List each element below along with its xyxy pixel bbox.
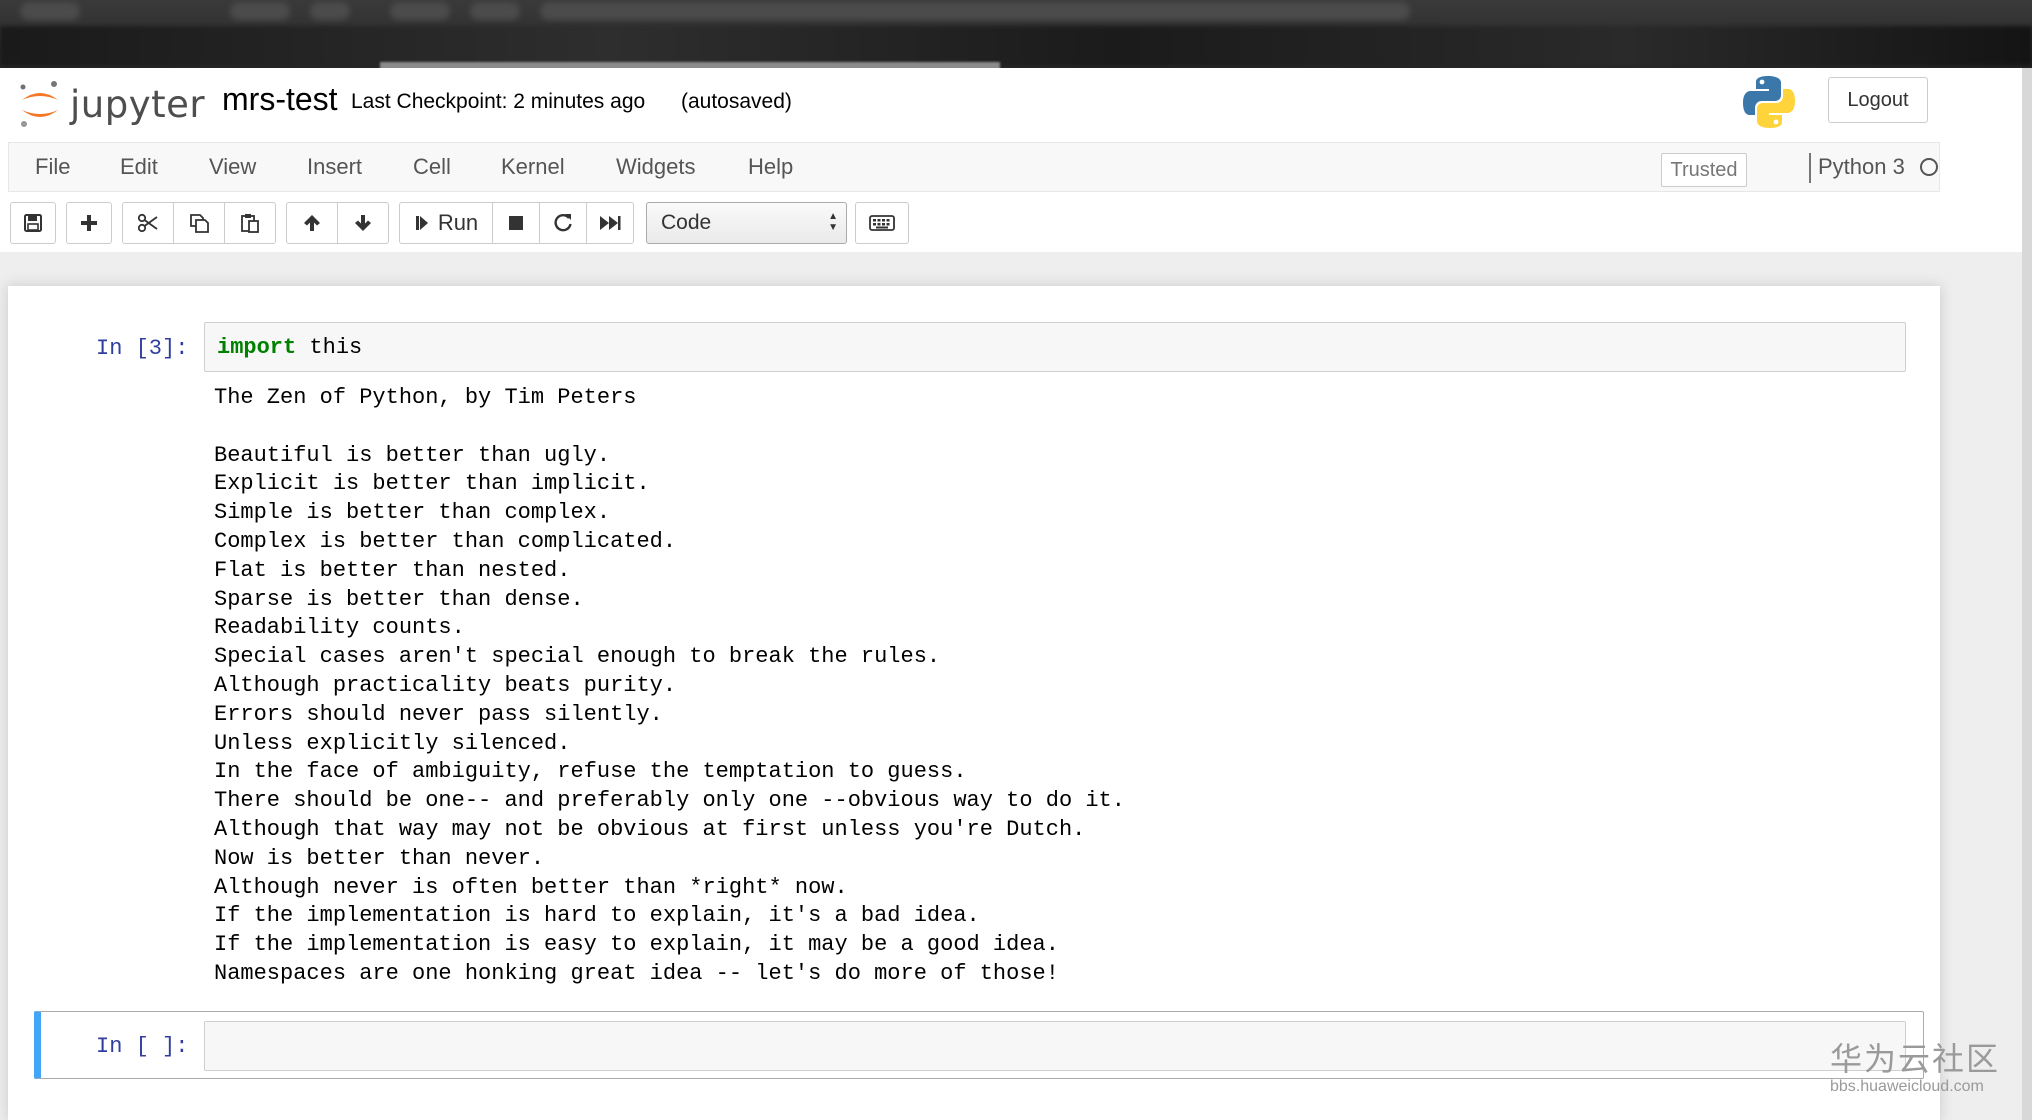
menu-view[interactable]: View <box>209 143 256 191</box>
keyboard-icon <box>869 215 895 231</box>
keyword-import: import <box>217 335 297 360</box>
cut-cell-button[interactable] <box>122 202 174 244</box>
menu-widgets[interactable]: Widgets <box>616 143 695 191</box>
output-line: If the implementation is hard to explain… <box>214 903 980 929</box>
output-line: Now is better than never. <box>214 845 545 871</box>
kernel-name[interactable]: Python 3 <box>1818 143 1905 191</box>
python-logo-icon <box>1743 74 1795 135</box>
notebook-container: In [3]: import this The Zen of Python, b… <box>8 286 1940 1120</box>
copy-cell-button[interactable] <box>173 202 225 244</box>
interrupt-kernel-button[interactable] <box>492 202 540 244</box>
menu-kernel[interactable]: Kernel <box>501 143 565 191</box>
save-icon <box>24 214 42 232</box>
cell-1-code-editor[interactable]: import this <box>204 322 1906 372</box>
watermark-chinese: 华为云社区 <box>1830 1040 2001 1078</box>
watermark: 华为云社区 bbs.huaweicloud.com <box>1830 1034 2000 1096</box>
move-cell-up-button[interactable] <box>286 202 338 244</box>
cell-2-code-editor[interactable] <box>204 1021 1906 1071</box>
notebook-header: jupyter mrs-test Last Checkpoint: 2 minu… <box>0 68 2022 140</box>
select-arrows-icon: ▲ ▼ <box>828 211 838 233</box>
blurred-tab <box>230 2 290 20</box>
cell-1-output-text: The Zen of Python, by Tim Peters Beautifu… <box>214 384 1125 989</box>
arrow-up-icon <box>304 215 320 231</box>
blurred-tab <box>310 2 350 20</box>
copy-icon <box>190 214 209 233</box>
insert-cell-button[interactable] <box>66 202 112 244</box>
menu-file[interactable]: File <box>35 143 70 191</box>
menu-help[interactable]: Help <box>748 143 793 191</box>
checkpoint-status: Last Checkpoint: 2 minutes ago <box>351 90 646 113</box>
output-line: Although never is often better than *rig… <box>214 874 848 900</box>
fast-forward-icon <box>600 216 621 230</box>
output-line: Complex is better than complicated. <box>214 528 677 554</box>
output-line: Although that way may not be obvious at … <box>214 816 1086 842</box>
trusted-indicator[interactable]: Trusted <box>1661 153 1747 187</box>
blurred-bookmarks-bar <box>0 26 2032 66</box>
output-line: Readability counts. <box>214 615 465 641</box>
notebook-name[interactable]: mrs-test <box>222 81 338 118</box>
kernel-idle-indicator-icon <box>1920 158 1938 176</box>
output-line: The Zen of Python, by Tim Peters <box>214 385 637 410</box>
logout-button[interactable]: Logout <box>1828 77 1928 123</box>
output-line: Sparse is better than dense. <box>214 586 584 612</box>
paste-cell-button[interactable] <box>224 202 276 244</box>
cell-1-source: import this <box>217 335 362 360</box>
menubar: File Edit View Insert Cell Kernel Widget… <box>8 142 1940 192</box>
output-line: Beautiful is better than ugly. <box>214 442 611 468</box>
run-cell-button[interactable]: Run <box>399 202 493 244</box>
autosave-status: (autosaved) <box>681 90 792 113</box>
output-line: Errors should never pass silently. <box>214 701 663 727</box>
cell-1-input-prompt: In [3]: <box>96 336 189 361</box>
jupyter-wordmark: jupyter <box>70 82 206 126</box>
arrow-down-icon <box>355 215 371 231</box>
output-line: There should be one-- and preferably onl… <box>214 788 1125 814</box>
blurred-address-bar <box>540 2 1410 20</box>
move-cell-down-button[interactable] <box>337 202 389 244</box>
menubar-container: File Edit View Insert Cell Kernel Widget… <box>0 140 2022 252</box>
cell-type-select[interactable]: Code ▲ ▼ <box>646 202 847 244</box>
command-palette-button[interactable] <box>855 202 909 244</box>
output-line: Although practicality beats purity. <box>214 672 677 698</box>
module-name: this <box>296 335 363 360</box>
blurred-tab <box>20 2 80 20</box>
output-line: If the implementation is easy to explain… <box>214 932 1059 958</box>
restart-kernel-button[interactable] <box>539 202 587 244</box>
browser-chrome <box>0 0 2032 68</box>
output-line: In the face of ambiguity, refuse the tem… <box>214 759 967 785</box>
notebook-toolbar: Run Code ▲ ▼ <box>8 202 1008 246</box>
run-label: Run <box>437 210 479 235</box>
browser-viewport: jupyter mrs-test Last Checkpoint: 2 minu… <box>0 0 2032 1120</box>
menu-cell[interactable]: Cell <box>413 143 451 191</box>
output-line: Flat is better than nested. <box>214 557 571 583</box>
kernel-separator <box>1809 153 1811 183</box>
step-forward-icon <box>415 216 428 230</box>
scissors-icon <box>137 213 158 233</box>
output-line: Special cases aren't special enough to b… <box>214 644 941 670</box>
stop-icon <box>509 216 523 230</box>
jupyter-logo[interactable]: jupyter <box>18 76 205 132</box>
refresh-icon <box>554 213 572 232</box>
save-button[interactable] <box>10 202 56 244</box>
plus-icon <box>81 215 97 231</box>
jupyter-logo-icon <box>20 81 58 127</box>
output-line: Explicit is better than implicit. <box>214 471 650 497</box>
page-scroll-gutter <box>2022 68 2032 1120</box>
output-line: Unless explicitly silenced. <box>214 730 571 756</box>
blurred-tab <box>390 2 450 20</box>
output-line: Simple is better than complex. <box>214 500 611 526</box>
restart-run-all-button[interactable] <box>586 202 634 244</box>
watermark-url: bbs.huaweicloud.com <box>1830 1078 1984 1095</box>
cell-type-value: Code <box>661 211 712 234</box>
paste-icon <box>241 214 259 233</box>
output-line: Namespaces are one honking great idea --… <box>214 960 1059 986</box>
cell-2-input-prompt: In [ ]: <box>96 1034 189 1059</box>
menu-edit[interactable]: Edit <box>120 143 158 191</box>
menu-insert[interactable]: Insert <box>307 143 362 191</box>
blurred-tab <box>470 2 520 20</box>
